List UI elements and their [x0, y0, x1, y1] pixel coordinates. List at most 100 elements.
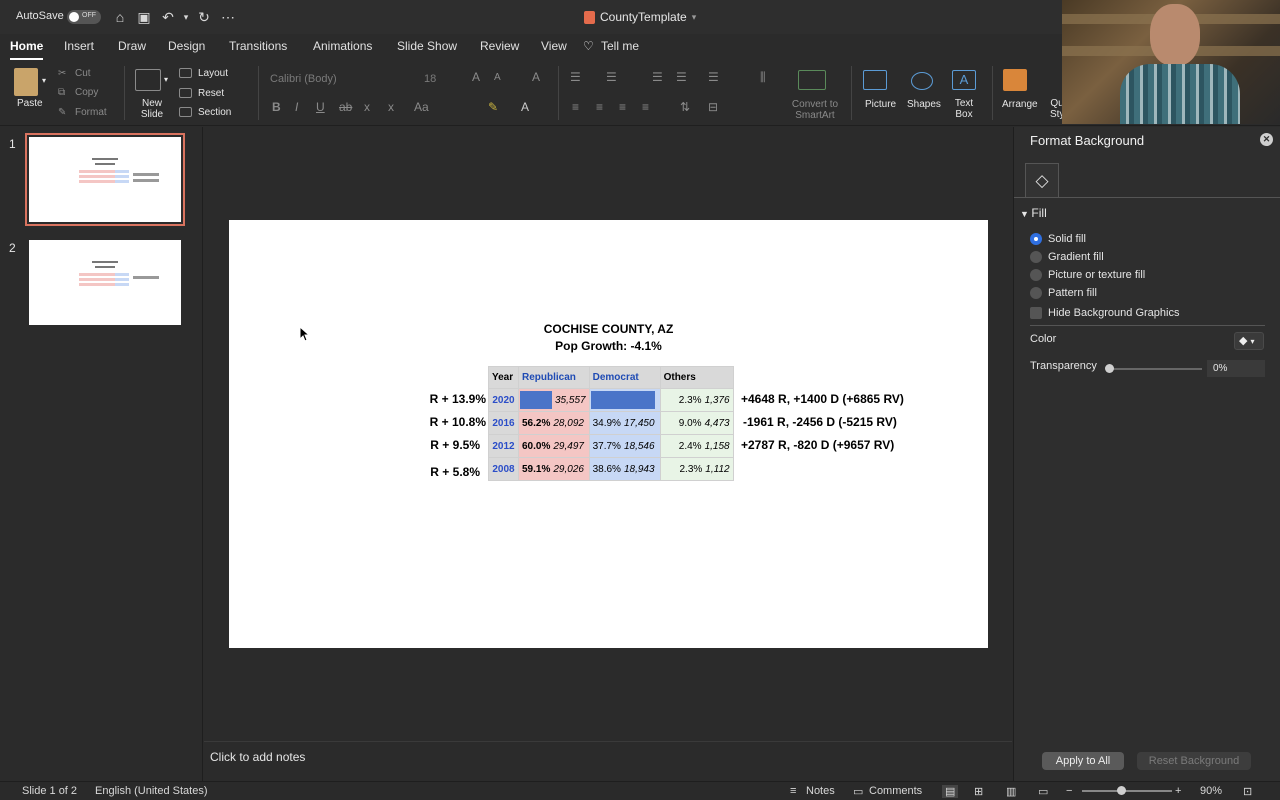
new-slide-dropdown-icon[interactable]: ▾: [164, 75, 168, 84]
slide-title[interactable]: COCHISE COUNTY, AZ: [229, 322, 988, 336]
format-painter-icon[interactable]: ✎: [58, 107, 66, 118]
align-left-icon[interactable]: ≡: [572, 100, 579, 114]
line-spacing-icon[interactable]: ☰: [708, 70, 719, 84]
reset-label[interactable]: Reset: [198, 88, 224, 99]
comments-button[interactable]: Comments: [869, 785, 922, 797]
democrat-cell[interactable]: 38.6% 18,943: [588, 457, 661, 481]
zoom-slider[interactable]: [1082, 790, 1172, 792]
fill-bucket-icon[interactable]: ◇: [1025, 163, 1059, 197]
notes-area[interactable]: Click to add notes: [204, 741, 1012, 781]
year-cell[interactable]: 2020: [488, 388, 519, 412]
increase-indent-icon[interactable]: ☰: [676, 70, 687, 84]
decrease-indent-icon[interactable]: ☰: [652, 70, 663, 84]
section-label[interactable]: Section: [198, 107, 231, 118]
comments-icon[interactable]: ▭: [853, 785, 863, 798]
fill-section-header[interactable]: ▼ Fill: [1020, 206, 1047, 220]
table-row[interactable]: 2012 60.0% 29,497 37.7% 18,546 2.4% 1,158: [488, 434, 734, 458]
change-label[interactable]: +4648 R, +1400 D (+6865 RV): [741, 392, 904, 406]
title-chevron-icon[interactable]: ▾: [692, 12, 697, 23]
tab-animations[interactable]: Animations: [313, 39, 372, 53]
highlight-icon[interactable]: ✎: [488, 100, 498, 114]
italic-icon[interactable]: I: [295, 100, 298, 114]
text-case-icon[interactable]: Aa: [414, 100, 429, 114]
radio-button[interactable]: [1030, 251, 1042, 263]
margin-label[interactable]: R + 10.8%: [416, 415, 486, 429]
results-table[interactable]: Year Republican Democrat Others 2020 35,…: [488, 366, 734, 481]
justify-icon[interactable]: ≡: [642, 100, 649, 114]
others-cell[interactable]: 2.3% 1,376: [659, 388, 734, 412]
columns-icon[interactable]: ⫼: [760, 70, 766, 85]
layout-label[interactable]: Layout: [198, 68, 228, 79]
convert-smartart-label[interactable]: Convert to SmartArt: [789, 99, 841, 121]
tab-slide-show[interactable]: Slide Show: [397, 39, 457, 53]
checkbox[interactable]: [1030, 307, 1042, 319]
paste-icon[interactable]: [14, 68, 38, 96]
shrink-font-icon[interactable]: A: [494, 72, 501, 83]
zoom-out-icon[interactable]: −: [1066, 785, 1072, 797]
section-icon[interactable]: [179, 107, 192, 117]
tab-insert[interactable]: Insert: [64, 39, 94, 53]
republican-cell[interactable]: 60.0% 29,497: [518, 434, 590, 458]
align-center-icon[interactable]: ≡: [596, 100, 603, 114]
language-indicator[interactable]: English (United States): [95, 785, 208, 797]
close-icon[interactable]: ✕: [1260, 133, 1273, 146]
text-direction-icon[interactable]: ⇅: [680, 100, 690, 114]
radio-button[interactable]: [1030, 287, 1042, 299]
transparency-input[interactable]: 0%: [1207, 360, 1265, 377]
shapes-label[interactable]: Shapes: [907, 99, 941, 110]
bullets-icon[interactable]: ☰: [570, 70, 581, 84]
more-icon[interactable]: ⋯: [219, 8, 237, 26]
slide-thumbnail-2[interactable]: [29, 240, 181, 325]
notes-button[interactable]: Notes: [806, 785, 835, 797]
zoom-in-icon[interactable]: +: [1175, 785, 1181, 797]
slide-subtitle[interactable]: Pop Growth: -4.1%: [229, 339, 988, 353]
tab-review[interactable]: Review: [480, 39, 519, 53]
zoom-slider-knob[interactable]: [1117, 786, 1126, 795]
tab-draw[interactable]: Draw: [118, 39, 146, 53]
democrat-cell[interactable]: 34.9% 17,450: [588, 411, 661, 435]
reset-icon[interactable]: [179, 88, 192, 98]
format-painter-label[interactable]: Format: [75, 107, 107, 118]
republican-cell[interactable]: 59.1% 29,026: [518, 457, 590, 481]
paste-dropdown-icon[interactable]: ▾: [42, 76, 46, 85]
layout-icon[interactable]: [179, 68, 192, 78]
cut-label[interactable]: Cut: [75, 68, 91, 79]
others-cell[interactable]: 2.4% 1,158: [659, 434, 734, 458]
font-name-select[interactable]: Calibri (Body): [264, 70, 414, 88]
transparency-slider[interactable]: [1108, 368, 1202, 370]
apply-to-all-button[interactable]: Apply to All: [1042, 752, 1124, 770]
tab-transitions[interactable]: Transitions: [229, 39, 287, 53]
color-picker-button[interactable]: ◆ ▾: [1234, 332, 1264, 350]
margin-label[interactable]: R + 9.5%: [410, 438, 480, 452]
strikethrough-icon[interactable]: ab: [339, 100, 352, 114]
grow-font-icon[interactable]: A: [472, 70, 480, 84]
change-label[interactable]: -1961 R, -2456 D (-5215 RV): [743, 415, 897, 429]
tab-home[interactable]: Home: [10, 39, 44, 60]
paste-label[interactable]: Paste: [17, 98, 43, 109]
slide-thumbnail-1[interactable]: [25, 133, 185, 226]
democrat-cell[interactable]: 37.7% 18,546: [588, 434, 661, 458]
radio-button[interactable]: [1030, 233, 1042, 245]
copy-label[interactable]: Copy: [75, 87, 98, 98]
copy-icon[interactable]: ⧉: [58, 87, 65, 98]
font-color-icon[interactable]: A: [521, 100, 529, 114]
tab-view[interactable]: View: [541, 39, 567, 53]
fit-to-window-icon[interactable]: ⊡: [1243, 785, 1252, 798]
year-cell[interactable]: 2012: [488, 434, 519, 458]
save-icon[interactable]: ▣: [135, 8, 153, 26]
democrat-cell[interactable]: [588, 388, 661, 412]
table-row[interactable]: 2020 35,557 2.3% 1,376: [488, 388, 734, 412]
year-cell[interactable]: 2016: [488, 411, 519, 435]
reading-view-icon[interactable]: ▥: [1006, 785, 1016, 798]
table-row[interactable]: 2016 56.2% 28,092 34.9% 17,450 9.0% 4,473: [488, 411, 734, 435]
pattern-fill-option[interactable]: Pattern fill: [1030, 287, 1097, 299]
smartart-icon[interactable]: [798, 70, 826, 90]
zoom-level[interactable]: 90%: [1200, 785, 1222, 797]
shapes-icon[interactable]: [911, 72, 933, 90]
margin-label[interactable]: R + 13.9%: [416, 392, 486, 406]
undo-dropdown-icon[interactable]: ▾: [177, 8, 195, 26]
arrange-icon[interactable]: [1003, 69, 1027, 91]
change-label[interactable]: +2787 R, -820 D (+9657 RV): [741, 438, 894, 452]
notes-icon[interactable]: ≡: [790, 785, 796, 797]
clear-format-icon[interactable]: A: [532, 70, 540, 84]
